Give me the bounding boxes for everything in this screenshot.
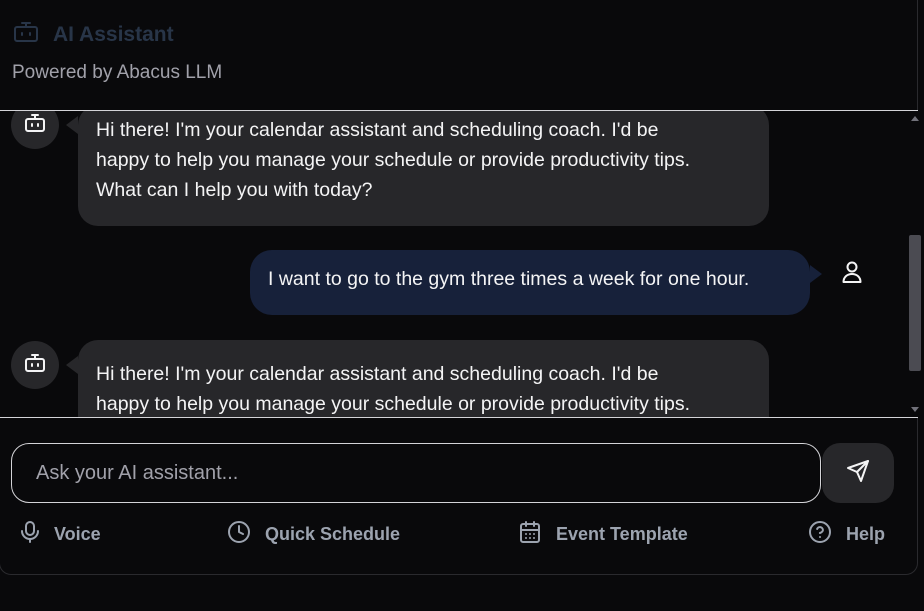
user-message: I want to go to the gym three times a we…	[250, 250, 810, 315]
header-title-row: AI Assistant	[13, 20, 174, 49]
bubble-tail	[66, 356, 78, 374]
help-icon	[808, 520, 832, 549]
bot-icon	[24, 113, 46, 138]
clock-icon	[227, 520, 251, 549]
send-icon	[846, 459, 870, 488]
voice-button[interactable]: Voice	[20, 519, 101, 549]
message-scrollbar[interactable]	[906, 111, 924, 417]
header-subtitle: Powered by Abacus LLM	[12, 62, 223, 83]
assistant-avatar	[11, 341, 59, 389]
message-composer[interactable]	[11, 443, 821, 503]
page-title: AI Assistant	[53, 22, 174, 46]
quick-schedule-button[interactable]: Quick Schedule	[227, 519, 400, 549]
voice-label: Voice	[54, 523, 101, 544]
message-line: happy to help you manage your schedule o…	[96, 149, 691, 171]
scroll-thumb[interactable]	[909, 235, 921, 371]
bubble-tail	[810, 265, 822, 283]
help-label: Help	[846, 523, 886, 544]
divider	[0, 417, 918, 418]
message-line: Hi there! I'm your calendar assistant an…	[96, 119, 659, 141]
message-line: What can I help you with today?	[96, 179, 373, 201]
bot-icon	[13, 20, 39, 49]
assistant-message: Hi there! I'm your calendar assistant an…	[78, 340, 769, 417]
help-button[interactable]: Help	[808, 519, 885, 549]
message-line: Hi there! I'm your calendar assistant an…	[96, 363, 659, 385]
user-icon	[841, 260, 863, 289]
scroll-down-arrow[interactable]	[911, 407, 919, 412]
event-template-label: Event Template	[556, 523, 688, 544]
message-list: Hi there! I'm your calendar assistant an…	[0, 111, 918, 417]
bot-icon	[24, 353, 46, 378]
bubble-tail	[66, 116, 78, 134]
microphone-icon	[20, 520, 40, 549]
message-line: happy to help you manage your schedule o…	[96, 393, 691, 415]
send-button[interactable]	[822, 443, 894, 503]
message-line: I want to go to the gym three times a we…	[268, 268, 750, 290]
message-input[interactable]	[36, 444, 796, 502]
quick-schedule-label: Quick Schedule	[265, 523, 401, 544]
user-avatar	[836, 258, 868, 290]
assistant-message: Hi there! I'm your calendar assistant an…	[78, 111, 769, 226]
calendar-icon	[518, 520, 542, 549]
chat-header: AI Assistant Powered by Abacus LLM	[0, 0, 918, 110]
scroll-up-arrow[interactable]	[911, 116, 919, 121]
assistant-avatar	[11, 111, 59, 149]
event-template-button[interactable]: Event Template	[518, 519, 688, 549]
